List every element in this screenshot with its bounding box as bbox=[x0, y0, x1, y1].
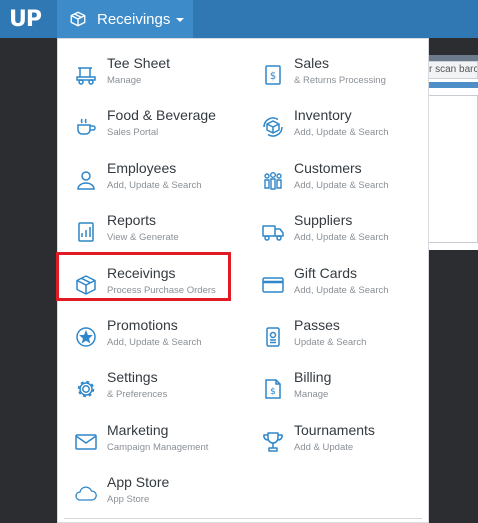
menu-item-label: Tee Sheet bbox=[107, 55, 171, 71]
box-icon bbox=[69, 10, 87, 28]
cloud-icon bbox=[74, 482, 98, 506]
app-logo[interactable]: UP bbox=[0, 0, 50, 38]
menu-item-settings[interactable]: Settings & Preferences bbox=[66, 365, 246, 409]
menu-item-subtitle: Sales Portal bbox=[107, 127, 159, 138]
menu-item-tournaments[interactable]: Tournaments Add & Update bbox=[253, 418, 433, 462]
menu-item-subtitle: Add, Update & Search bbox=[294, 180, 389, 191]
menu-item-label: Employees bbox=[107, 160, 177, 176]
menu-item-subtitle: Campaign Management bbox=[107, 442, 209, 453]
menu-item-gift-cards[interactable]: Gift Cards Add, Update & Search bbox=[253, 261, 433, 305]
menu-item-label: Inventory bbox=[294, 107, 352, 123]
menu-item-subtitle: Add & Update bbox=[294, 442, 354, 453]
gift-card-icon bbox=[261, 273, 285, 297]
menu-item-label: Settings bbox=[107, 369, 158, 385]
menu-item-promotions[interactable]: Promotions Add, Update & Search bbox=[66, 313, 246, 357]
pass-icon bbox=[261, 325, 285, 349]
menu-item-tee-sheet[interactable]: Tee Sheet Manage bbox=[66, 51, 246, 95]
menu-item-suppliers[interactable]: Suppliers Add, Update & Search bbox=[253, 208, 433, 252]
menu-item-label: Promotions bbox=[107, 317, 178, 333]
menu-item-label: Billing bbox=[294, 369, 332, 385]
star-badge-icon bbox=[74, 325, 98, 349]
menu-item-subtitle: & Returns Processing bbox=[294, 75, 386, 86]
menu-item-reports[interactable]: Reports View & Generate bbox=[66, 208, 246, 252]
menu-item-label: Customers bbox=[294, 160, 362, 176]
menu-item-subtitle: App Store bbox=[107, 494, 150, 505]
billing-icon: $ bbox=[261, 377, 285, 401]
menu-item-label: Reports bbox=[107, 212, 157, 228]
truck-icon bbox=[261, 220, 285, 244]
menu-item-subtitle: Update & Search bbox=[294, 337, 367, 348]
menu-item-label: Passes bbox=[294, 317, 340, 333]
menu-item-label: Marketing bbox=[107, 422, 169, 438]
envelope-icon bbox=[74, 430, 98, 454]
menu-item-sales[interactable]: $ Sales & Returns Processing bbox=[253, 51, 433, 95]
nav-label: Receivings bbox=[97, 10, 171, 28]
background-box bbox=[428, 95, 478, 243]
customers-icon bbox=[261, 168, 285, 192]
menu-item-subtitle: Manage bbox=[107, 75, 142, 86]
menu-item-inventory[interactable]: Inventory Add, Update & Search bbox=[253, 103, 433, 147]
menu-item-food-beverage[interactable]: Food & Beverage Sales Portal bbox=[66, 103, 246, 147]
menu-item-subtitle: Add, Update & Search bbox=[107, 337, 202, 348]
menu-item-label: Suppliers bbox=[294, 212, 353, 228]
svg-text:$: $ bbox=[270, 387, 276, 397]
inventory-icon bbox=[261, 115, 285, 139]
menu-item-label: Gift Cards bbox=[294, 265, 358, 281]
employee-icon bbox=[74, 168, 98, 192]
gear-icon bbox=[74, 377, 98, 401]
reports-icon bbox=[74, 220, 98, 244]
menu-item-label: Food & Beverage bbox=[107, 107, 216, 123]
menu-item-app-store[interactable]: App Store App Store bbox=[66, 470, 246, 514]
menu-item-billing[interactable]: $ Billing Manage bbox=[253, 365, 433, 409]
trophy-icon bbox=[261, 430, 285, 454]
menu-item-marketing[interactable]: Marketing Campaign Management bbox=[66, 418, 246, 462]
menu-item-subtitle: Add, Update & Search bbox=[107, 180, 202, 191]
svg-text:$: $ bbox=[270, 71, 276, 82]
menu-item-label: Sales bbox=[294, 55, 330, 71]
menu-item-subtitle: Add, Update & Search bbox=[294, 285, 389, 296]
chevron-down-icon bbox=[176, 18, 185, 22]
menu-item-label: Tournaments bbox=[294, 422, 375, 438]
golf-cart-icon bbox=[74, 63, 98, 87]
menu-item-subtitle: Add, Update & Search bbox=[294, 232, 389, 243]
menu-item-subtitle: Add, Update & Search bbox=[294, 127, 389, 138]
menu-divider bbox=[64, 518, 422, 519]
menu-item-label: App Store bbox=[107, 474, 170, 490]
receivings-nav-button[interactable]: Receivings bbox=[57, 0, 193, 38]
menu-item-subtitle: & Preferences bbox=[107, 389, 168, 400]
menu-item-subtitle: Manage bbox=[294, 389, 329, 400]
menu-item-passes[interactable]: Passes Update & Search bbox=[253, 313, 433, 357]
coffee-cup-icon bbox=[74, 115, 98, 139]
menu-item-subtitle: View & Generate bbox=[107, 232, 179, 243]
sales-icon: $ bbox=[261, 63, 285, 87]
top-navbar: UP Receivings bbox=[0, 0, 478, 38]
receivings-highlight-box bbox=[56, 252, 231, 301]
menu-item-employees[interactable]: Employees Add, Update & Search bbox=[66, 156, 246, 200]
menu-item-customers[interactable]: Customers Add, Update & Search bbox=[253, 156, 433, 200]
